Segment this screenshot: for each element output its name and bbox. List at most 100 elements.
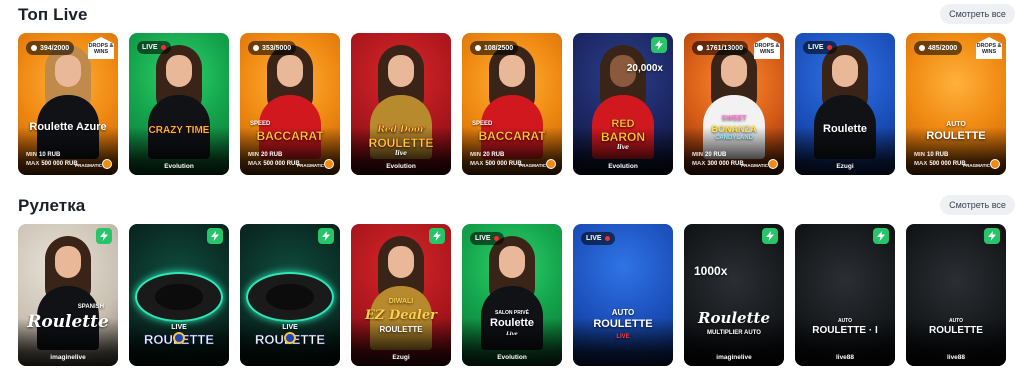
game-logo-bottom: LIVE <box>616 334 630 340</box>
provider-label: Evolution <box>386 163 416 170</box>
bet-limits: MIN 10 RUB MAX 500 000 RUB <box>26 152 78 167</box>
game-logo: ROULETTE <box>929 325 983 336</box>
seats-badge: 353/5000 <box>248 41 297 55</box>
live-badge: LIVE <box>581 232 615 245</box>
game-row: 394/2000 DROPS & WINS Roulette Azure MIN… <box>18 33 1006 175</box>
game-logo-bottom: Live <box>506 331 518 337</box>
game-card-live-roulette[interactable]: LIVE ROULETTE <box>129 224 229 366</box>
game-logo: CRAZY TIME <box>148 125 210 136</box>
roulette-wheel-image <box>803 254 887 300</box>
lightning-icon <box>429 228 445 244</box>
live-dot-icon <box>826 45 832 50</box>
game-card-ezugi-roulette[interactable]: LIVE Roulette Ezugi <box>795 33 895 175</box>
provider-logo-icon <box>102 159 112 169</box>
game-card-diwali-ez-dealer-roulette[interactable]: DIWALI EZ Dealer ROULETTE Ezugi <box>351 224 451 366</box>
live-badge: LIVE <box>137 41 171 54</box>
game-logo: ROULETTE <box>368 136 434 150</box>
lightning-icon <box>318 228 334 244</box>
game-logo-top: SPANISH <box>77 304 104 310</box>
live-badge: LIVE <box>803 41 837 54</box>
game-card-speed-baccarat-2[interactable]: 108/2500 SPEED BACCARAT MIN 20 RUB MAX 500… <box>462 33 562 175</box>
provider-label: Evolution <box>608 163 638 170</box>
bet-limits: MIN 10 RUB MAX 500 000 RUB <box>914 152 966 167</box>
lightning-icon <box>207 228 223 244</box>
bet-limits: MIN 20 RUB MAX 300 000 RUB <box>692 152 744 167</box>
game-card-roulette-multiplier-auto[interactable]: 1000x Roulette MULTIPLIER AUTO imagineli… <box>684 224 784 366</box>
game-logo: BACCARAT <box>256 129 324 143</box>
provider-logo-icon <box>990 159 1000 169</box>
multiplier-label: 20,000x <box>626 63 663 74</box>
game-card-red-door-roulette[interactable]: Red Door ROULETTE live Evolution <box>351 33 451 175</box>
live-badge: LIVE <box>470 232 504 245</box>
game-card-auto-roulette[interactable]: 485/2000 DROPS & WINS AUTO ROULETTE MIN 1… <box>906 33 1006 175</box>
drops-wins-badge: DROPS & WINS <box>88 37 114 59</box>
seats-badge: 108/2500 <box>470 41 519 55</box>
person-icon <box>475 45 481 51</box>
game-logo: BONANZA <box>711 124 757 134</box>
game-card-sweet-bonanza-candyland[interactable]: 1761/13000 DROPS & WINS SWEET BONANZA CA… <box>684 33 784 175</box>
see-all-button[interactable]: Смотреть все <box>940 4 1015 24</box>
section-title: Рулетка <box>18 196 86 215</box>
game-logo-top: DIWALI <box>388 298 414 305</box>
provider-label: PRAGMATIC <box>741 163 768 168</box>
lightning-icon <box>984 228 1000 244</box>
game-card-crazy-time[interactable]: LIVE CRAZY TIME Evolution <box>129 33 229 175</box>
game-card-auto-roulette-live[interactable]: LIVE AUTO ROULETTE LIVE <box>573 224 673 366</box>
provider-label: imaginelive <box>716 354 752 361</box>
provider-logo-icon <box>284 332 296 344</box>
lightning-icon <box>762 228 778 244</box>
game-logo-bottom: ROULETTE <box>379 325 423 334</box>
lightning-icon <box>651 37 667 53</box>
game-card-auto-roulette-live88-2[interactable]: AUTO ROULETTE live88 <box>906 224 1006 366</box>
seats-badge: 485/2000 <box>914 41 963 55</box>
game-logo-top: Red Door <box>377 125 425 135</box>
game-logo: Roulette <box>27 312 109 332</box>
game-row: SPANISH Roulette imaginelive LIVE ROULET… <box>18 224 1006 366</box>
drops-wins-badge: DROPS & WINS <box>754 37 780 59</box>
provider-label: imaginelive <box>50 354 86 361</box>
roulette-wheel-image <box>581 262 665 308</box>
game-logo-top: AUTO <box>946 121 966 128</box>
lightning-icon <box>873 228 889 244</box>
game-logo: ROULETTE <box>926 130 986 142</box>
game-logo-top: AUTO <box>948 318 964 324</box>
game-logo-bottom: MULTIPLIER AUTO <box>707 330 761 336</box>
provider-label: Ezugi <box>836 163 854 170</box>
game-logo: ROULETTE <box>593 318 653 330</box>
roulette-wheel-image <box>914 254 998 300</box>
person-icon <box>919 45 925 51</box>
game-logo: BARON <box>601 130 645 144</box>
game-logo-top: SPEED <box>250 121 271 127</box>
provider-label: Ezugi <box>392 354 410 361</box>
seats-badge: 1761/13000 <box>692 41 748 55</box>
provider-label: Evolution <box>497 354 527 361</box>
drops-wins-badge: DROPS & WINS <box>976 37 1002 59</box>
game-logo: Roulette <box>823 123 867 135</box>
game-logo: BACCARAT <box>478 129 546 143</box>
live-dot-icon <box>493 236 499 241</box>
game-card-spanish-roulette[interactable]: SPANISH Roulette imaginelive <box>18 224 118 366</box>
section-title: Топ Live <box>18 5 88 24</box>
game-card-live-roulette-2[interactable]: LIVE ROULETTE <box>240 224 340 366</box>
game-logo-bottom: live <box>617 144 629 151</box>
game-card-red-baron[interactable]: 20,000x RED BARON live Evolution <box>573 33 673 175</box>
game-logo-top: LIVE <box>282 324 298 331</box>
provider-logo-icon <box>546 159 556 169</box>
game-logo-top: AUTO <box>611 308 635 317</box>
game-card-speed-baccarat[interactable]: 353/5000 SPEED BACCARAT MIN 20 RUB MAX 500… <box>240 33 340 175</box>
see-all-button[interactable]: Смотреть все <box>940 195 1015 215</box>
person-icon <box>697 45 703 51</box>
game-card-salon-prive-roulette[interactable]: LIVE SALON PRIVÉ Roulette Live Evolution <box>462 224 562 366</box>
provider-logo-icon <box>324 159 334 169</box>
lightning-icon <box>96 228 112 244</box>
game-logo-top: SPEED <box>472 121 493 127</box>
roulette-table-image <box>135 272 223 322</box>
live-dot-icon <box>604 236 610 241</box>
game-card-roulette-azure[interactable]: 394/2000 DROPS & WINS Roulette Azure MIN… <box>18 33 118 175</box>
person-icon <box>253 45 259 51</box>
game-logo-top: SALON PRIVÉ <box>495 310 529 316</box>
game-logo-top: AUTO <box>837 318 853 324</box>
game-card-auto-roulette-live88[interactable]: AUTO ROULETTE · I live88 <box>795 224 895 366</box>
seats-badge: 394/2000 <box>26 41 75 55</box>
provider-label: PRAGMATIC <box>297 163 324 168</box>
